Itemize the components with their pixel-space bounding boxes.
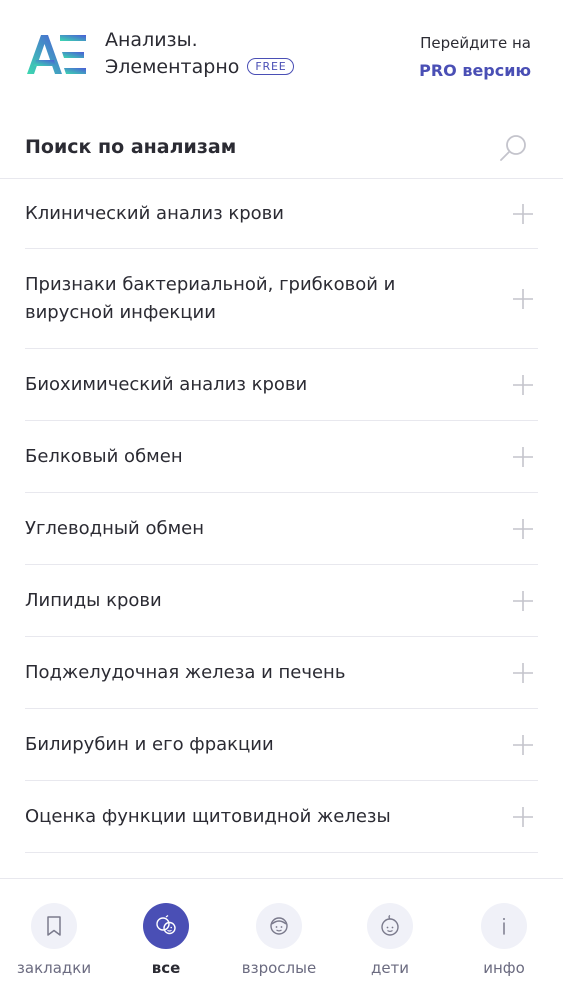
- tab-bookmarks-label: закладки: [16, 959, 92, 977]
- list-item[interactable]: Белковый обмен: [25, 421, 538, 493]
- plus-icon[interactable]: [512, 806, 534, 828]
- pro-upgrade-link[interactable]: Перейдите на PRO версию: [419, 30, 531, 84]
- pro-upgrade-line1: Перейдите на: [420, 34, 531, 52]
- plus-icon[interactable]: [512, 734, 534, 756]
- tab-all-label: все: [151, 959, 181, 977]
- list-item-label: Признаки бактериальной, грибковой и виру…: [25, 273, 396, 323]
- list-item[interactable]: Клинический анализ крови: [25, 179, 538, 249]
- tab-adults-circle: [256, 903, 302, 949]
- plus-icon[interactable]: [512, 590, 534, 612]
- list-item[interactable]: Углеводный обмен: [25, 493, 538, 565]
- tab-info[interactable]: инфо: [454, 903, 554, 983]
- list-item-label: Билирубин и его фракции: [25, 733, 274, 755]
- list-item-label: Белковый обмен: [25, 445, 183, 467]
- bottom-tab-bar: закладки все взрослые дети инфо: [0, 878, 563, 1001]
- tab-kids[interactable]: дети: [340, 903, 440, 983]
- tab-bookmarks-circle: [31, 903, 77, 949]
- tab-info-label: инфо: [483, 959, 525, 977]
- tab-bookmarks[interactable]: закладки: [4, 903, 104, 983]
- tab-kids-label: дети: [370, 959, 410, 977]
- tab-adults-label: взрослые: [241, 959, 317, 977]
- info-icon: [503, 918, 505, 935]
- list-item[interactable]: Оценка функции щитовидной железы: [25, 781, 538, 853]
- plus-icon[interactable]: [512, 662, 534, 684]
- list-item-label: Оценка функции щитовидной железы: [25, 805, 391, 827]
- app-title: Анализы. Элементарно FREE: [105, 27, 295, 81]
- list-item-label: Липиды крови: [25, 589, 162, 611]
- list-item-label: Биохимический анализ крови: [25, 373, 308, 395]
- app-title-line1: Анализы.: [105, 29, 198, 51]
- plus-icon[interactable]: [512, 374, 534, 396]
- tab-all[interactable]: все: [116, 903, 216, 983]
- plus-icon[interactable]: [512, 288, 534, 310]
- pro-upgrade-line2: PRO версию: [419, 61, 531, 80]
- app-logo-icon: [27, 35, 86, 74]
- list-item[interactable]: Липиды крови: [25, 565, 538, 637]
- plus-icon[interactable]: [512, 203, 534, 225]
- list-item-label: Углеводный обмен: [25, 517, 205, 539]
- list-item[interactable]: Признаки бактериальной, грибковой и виру…: [25, 249, 538, 349]
- bookmark-icon: [47, 916, 61, 936]
- list-item[interactable]: Билирубин и его фракции: [25, 709, 538, 781]
- plus-icon[interactable]: [512, 446, 534, 468]
- search-icon[interactable]: [498, 132, 530, 164]
- app-header: Анализы. Элементарно FREE Перейдите на PR…: [0, 0, 563, 110]
- app-title-line2: Элементарно: [105, 56, 240, 78]
- tab-kids-circle: [367, 903, 413, 949]
- tab-all-circle: [143, 903, 189, 949]
- list-item-label: Поджелудочная железа и печень: [25, 661, 346, 683]
- list-item-label: Клинический анализ крови: [25, 202, 284, 224]
- list-item[interactable]: Поджелудочная железа и печень: [25, 637, 538, 709]
- family-icon: [156, 915, 176, 935]
- child-face-icon: [381, 914, 399, 936]
- analysis-category-list: Клинический анализ крови Признаки бактер…: [0, 179, 563, 878]
- adult-face-icon: [270, 917, 288, 935]
- tab-info-circle: [481, 903, 527, 949]
- plus-icon[interactable]: [512, 518, 534, 540]
- tab-adults[interactable]: взрослые: [229, 903, 329, 983]
- list-item[interactable]: Биохимический анализ крови: [25, 349, 538, 421]
- list-item[interactable]: [25, 853, 538, 878]
- search-title: Поиск по анализам: [25, 136, 237, 158]
- search-row[interactable]: Поиск по анализам: [0, 118, 563, 179]
- free-badge: FREE: [247, 58, 295, 75]
